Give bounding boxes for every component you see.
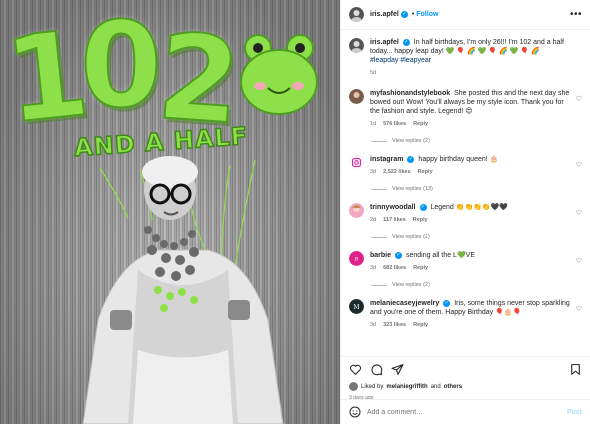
comment-time: 3d <box>370 265 377 271</box>
avatar[interactable] <box>349 7 364 22</box>
comment-meta: 3d 323 likes Reply <box>370 321 572 330</box>
caption-text: In half birthdays, I'm only 26!!! I'm 10… <box>370 39 564 55</box>
comment-item: B barbie ✓ sending all the L💚VE 3d 682 li… <box>349 251 582 273</box>
comment-body: barbie ✓ sending all the L💚VE 3d 682 like… <box>370 251 582 273</box>
view-replies-label[interactable]: View replies (1) <box>392 234 430 240</box>
reply-button[interactable]: Reply <box>418 168 433 177</box>
instagram-post-modal: 1 0 2 AND A HALF iris.apfel ✓ • Follow •… <box>0 0 590 424</box>
caption: iris.apfel ✓ In half birthdays, I'm only … <box>349 38 582 78</box>
liked-user[interactable]: melaniegriffith <box>386 384 427 390</box>
reply-button[interactable]: Reply <box>413 216 428 225</box>
verified-badge-icon: ✓ <box>407 155 415 163</box>
svg-text:M: M <box>353 304 359 311</box>
reply-button[interactable]: Reply <box>413 120 428 129</box>
comment-likes[interactable]: 323 likes <box>383 321 406 330</box>
save-bookmark-icon[interactable] <box>569 363 582 376</box>
share-paper-plane-icon[interactable] <box>391 363 404 376</box>
caption-meta: 5d <box>370 69 572 78</box>
verified-badge-icon: ✓ <box>419 203 427 211</box>
liked-by-avatar[interactable] <box>349 382 358 391</box>
view-replies-label[interactable]: View replies (13) <box>392 186 433 192</box>
comment-username[interactable]: barbie <box>370 252 391 259</box>
comment-item: trinnywoodall ✓ Legend 👏👏👏👏🖤🖤 2d 117 like… <box>349 203 582 225</box>
comment-text: sending all the L💚VE <box>405 252 476 259</box>
verified-badge-icon: ✓ <box>402 38 410 46</box>
comment-username[interactable]: instagram <box>370 156 403 163</box>
monogram-logo-avatar[interactable]: M <box>349 299 364 314</box>
view-replies-label[interactable]: View replies (2) <box>392 138 430 144</box>
caption-hashtags[interactable]: #leapday #leapyear <box>370 57 431 64</box>
header-username[interactable]: iris.apfel <box>370 11 399 18</box>
liked-others[interactable]: others <box>444 384 462 390</box>
comment-body: melaniecaseyjewelry ✓ Iris, some things n… <box>370 299 582 330</box>
liked-prefix: Liked by <box>361 383 384 390</box>
comment-item: M melaniecaseyjewelry ✓ Iris, some things… <box>349 299 582 330</box>
comment-time: 2d <box>370 217 377 223</box>
emoji-smiley-icon[interactable] <box>349 406 361 418</box>
heart-icon[interactable]: ♡ <box>576 305 582 313</box>
comment-meta: 3d 2,522 likes Reply <box>370 168 572 177</box>
comment-item: myfashionandstylebook She posted this an… <box>349 89 582 129</box>
comment-body: myfashionandstylebook She posted this an… <box>370 89 582 129</box>
post-header: iris.apfel ✓ • Follow ••• <box>341 0 590 30</box>
instagram-logo-avatar[interactable] <box>349 155 364 170</box>
comment-time: 3d <box>370 322 377 328</box>
caption-avatar[interactable] <box>349 38 364 53</box>
separator-dot: • <box>411 11 415 18</box>
more-horizontal-icon[interactable]: ••• <box>570 9 582 20</box>
iris-apfel-figure <box>82 156 284 424</box>
caption-body: iris.apfel ✓ In half birthdays, I'm only … <box>370 38 582 78</box>
post-photo[interactable]: 1 0 2 AND A HALF <box>0 0 340 424</box>
view-replies-label[interactable]: View replies (2) <box>392 282 430 288</box>
action-icons <box>349 363 582 376</box>
post-button[interactable]: Post <box>567 409 582 416</box>
comment-username[interactable]: melaniecaseyjewelry <box>370 300 439 307</box>
comment-likes[interactable]: 576 likes <box>383 120 406 129</box>
comment-meta: 1d 576 likes Reply <box>370 120 572 129</box>
verified-badge-icon: ✓ <box>443 299 451 307</box>
comment-bubble-icon[interactable] <box>370 363 383 376</box>
comment-time: 1d <box>370 121 377 127</box>
comment-likes[interactable]: 2,522 likes <box>383 168 411 177</box>
comment-time: 3d <box>370 169 377 175</box>
comment-username[interactable]: myfashionandstylebook <box>370 90 450 97</box>
heart-icon[interactable]: ♡ <box>576 209 582 217</box>
heart-icon[interactable]: ♡ <box>576 95 582 103</box>
comment-likes[interactable]: 117 likes <box>383 216 406 225</box>
comment-item: instagram ✓ happy birthday queen! 🎂 3d 2,… <box>349 155 582 177</box>
comment-likes[interactable]: 682 likes <box>383 264 406 273</box>
liked-and: and <box>430 383 441 390</box>
verified-badge-icon: ✓ <box>400 11 408 18</box>
add-comment-bar: Post <box>341 399 590 424</box>
comment-avatar[interactable] <box>349 203 364 218</box>
caption-username[interactable]: iris.apfel <box>370 39 399 46</box>
comment-text: happy birthday queen! 🎂 <box>418 156 499 163</box>
heart-icon[interactable]: ♡ <box>576 161 582 169</box>
comment-meta: 2d 117 likes Reply <box>370 216 572 225</box>
comments-list: iris.apfel ✓ In half birthdays, I'm only … <box>341 30 590 356</box>
comment-body: instagram ✓ happy birthday queen! 🎂 3d 2,… <box>370 155 582 177</box>
heart-icon[interactable]: ♡ <box>576 257 582 265</box>
caption-time: 5d <box>370 70 377 76</box>
add-comment-input[interactable] <box>367 408 561 416</box>
follow-button[interactable]: Follow <box>416 11 438 18</box>
like-heart-icon[interactable] <box>349 363 362 376</box>
reply-button[interactable]: Reply <box>413 264 428 273</box>
liked-by: Liked by melaniegriffith and others <box>349 382 582 391</box>
comment-text: Legend 👏👏👏👏🖤🖤 <box>430 204 509 211</box>
svg-text:B: B <box>354 257 359 263</box>
comment-body: trinnywoodall ✓ Legend 👏👏👏👏🖤🖤 2d 117 like… <box>370 203 582 225</box>
verified-badge-icon: ✓ <box>395 251 403 259</box>
comment-username[interactable]: trinnywoodall <box>370 204 416 211</box>
reply-button[interactable]: Reply <box>413 321 428 330</box>
comments-panel: iris.apfel ✓ • Follow ••• iris.apfel ✓ In… <box>340 0 590 424</box>
barbie-logo-avatar[interactable]: B <box>349 251 364 266</box>
comment-avatar[interactable] <box>349 89 364 104</box>
comment-meta: 3d 682 likes Reply <box>370 264 572 273</box>
